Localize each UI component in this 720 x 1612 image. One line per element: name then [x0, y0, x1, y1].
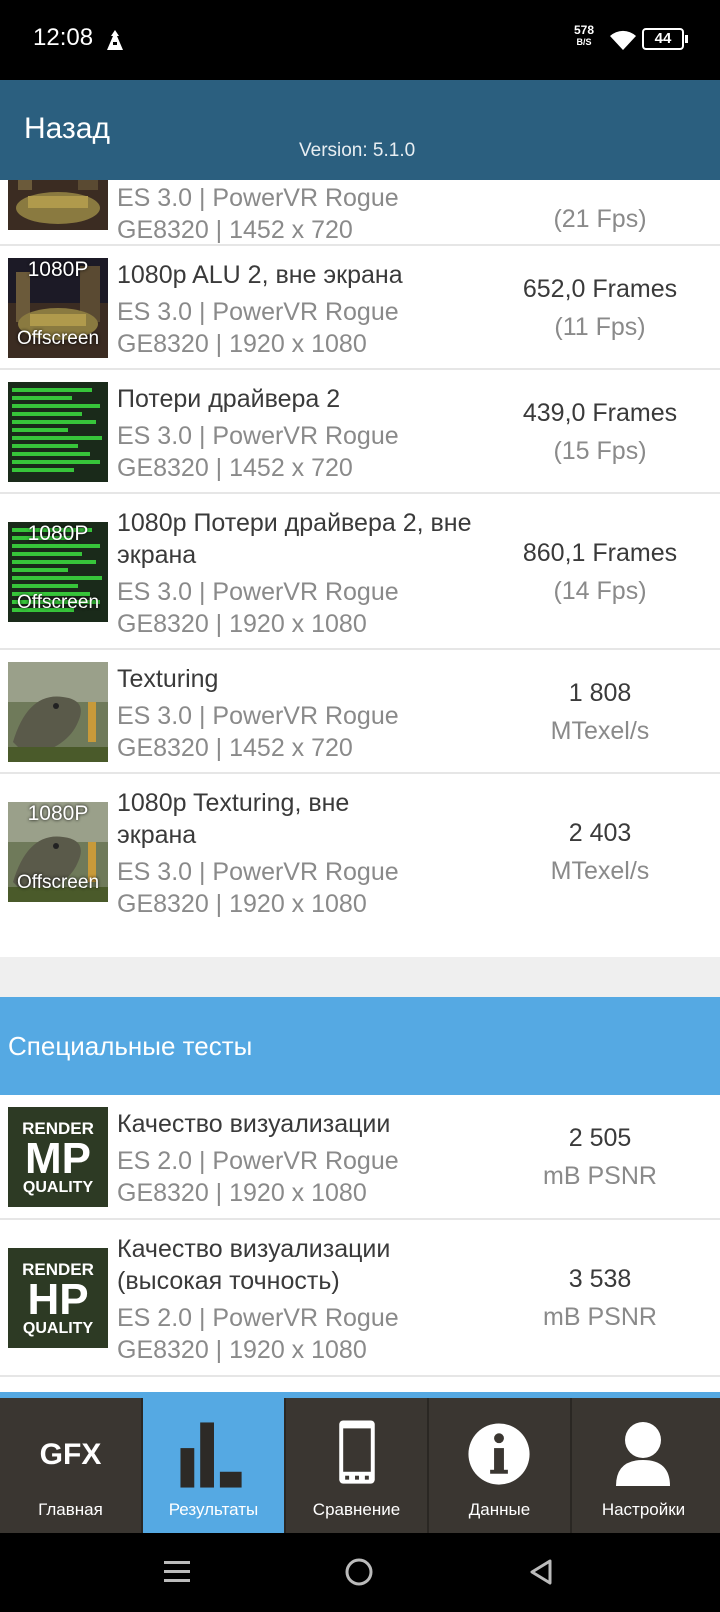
test-unit: mB PSNR — [543, 1162, 657, 1190]
app-bar: Назад Version: 5.1.0 — [0, 80, 720, 180]
test-api: ES 2.0 | PowerVR Rogue — [117, 1147, 399, 1175]
back-button[interactable]: Назад — [24, 112, 110, 146]
user-icon — [616, 1422, 670, 1486]
test-score: 860,1 Frames — [522, 539, 678, 567]
test-title: Texturing — [117, 665, 219, 693]
gfx-logo-icon: GFX — [39, 1438, 102, 1471]
test-resolution: GE8320 | 1452 x 720 — [117, 454, 353, 482]
network-speed-unit: B/S — [576, 37, 592, 47]
test-score: 1 808 — [568, 679, 632, 707]
version-label: Version: 5.1.0 — [299, 140, 416, 161]
test-title: Потери драйвера 2 — [117, 385, 341, 413]
status-time: 12:08 — [33, 24, 94, 51]
test-api: ES 3.0 | PowerVR Rogue — [117, 298, 399, 326]
system-nav-bar — [0, 1533, 720, 1612]
nav-label: Результаты — [168, 1500, 259, 1519]
test-title: 1080p Texturing, вне экрана — [117, 789, 350, 849]
test-fps: (11 Fps) — [554, 313, 646, 341]
thumbnail-badge-offscreen: Offscreen — [16, 872, 100, 893]
thumbnail-text-big: MP — [25, 1134, 91, 1183]
test-score: 2 403 — [568, 819, 632, 847]
result-row[interactable]: Texturing ES 3.0 | PowerVR Rogue GE8320 … — [0, 650, 720, 774]
menu-icon[interactable] — [162, 1557, 192, 1587]
result-row[interactable]: 1080P Offscreen 1080p Texturing, вне экр… — [0, 774, 720, 957]
test-thumbnail — [8, 180, 108, 230]
test-title: 1080p Потери драйвера 2, вне экрана — [117, 509, 472, 569]
test-resolution: GE8320 | 1920 x 1080 — [117, 1179, 367, 1207]
status-bar: 12:08 578 B/S 44 — [0, 0, 720, 80]
test-resolution: GE8320 | 1920 x 1080 — [117, 610, 367, 638]
nav-compare[interactable]: Сравнение — [286, 1392, 429, 1533]
home-icon[interactable] — [344, 1557, 374, 1587]
test-thumbnail — [8, 382, 108, 482]
info-icon — [468, 1423, 530, 1485]
result-row[interactable]: 1080P Offscreen 1080p Потери драйвера 2,… — [0, 494, 720, 650]
nav-results[interactable]: Результаты — [143, 1392, 286, 1533]
test-api: ES 3.0 | PowerVR Rogue — [117, 422, 399, 450]
thumbnail-badge-1080p: 1080P — [27, 522, 89, 545]
test-resolution: GE8320 | 1920 x 1080 — [117, 890, 367, 918]
test-api: ES 3.0 | PowerVR Rogue — [117, 184, 399, 212]
thumbnail-text-bottom: QUALITY — [22, 1320, 94, 1337]
thumbnail-text-bottom: QUALITY — [22, 1179, 94, 1196]
nav-label: Главная — [38, 1500, 103, 1519]
test-score: 439,0 Frames — [522, 399, 678, 427]
test-thumbnail — [8, 662, 108, 762]
section-title: Специальные тесты — [8, 1031, 253, 1061]
result-row[interactable]: ES 3.0 | PowerVR Rogue GE8320 | 1452 x 7… — [0, 180, 720, 246]
battery-icon: 44 — [642, 28, 688, 50]
bottom-nav-accent — [0, 1392, 720, 1398]
thumbnail-badge-offscreen: Offscreen — [16, 328, 100, 349]
test-resolution: GE8320 | 1920 x 1080 — [117, 330, 367, 358]
nav-label: Настройки — [601, 1500, 686, 1519]
phone-icon — [339, 1420, 375, 1484]
render-quality-thumbnail: RENDER MP QUALITY — [8, 1107, 108, 1207]
nav-data[interactable]: Данные — [429, 1392, 572, 1533]
test-title: Качество визуализации — [117, 1110, 391, 1138]
test-resolution: GE8320 | 1452 x 720 — [117, 216, 353, 244]
section-header: Специальные тесты — [0, 997, 720, 1095]
result-row[interactable]: RENDER MP QUALITY Качество визуализации … — [0, 1095, 720, 1220]
thumbnail-badge-offscreen: Offscreen — [16, 592, 100, 613]
notification-icon — [107, 30, 123, 50]
test-api: ES 3.0 | PowerVR Rogue — [117, 858, 399, 886]
bar-chart-icon — [180, 1422, 242, 1488]
test-score: 652,0 Frames — [522, 275, 678, 303]
test-resolution: GE8320 | 1920 x 1080 — [117, 1336, 367, 1364]
result-row[interactable]: RENDER HP QUALITY Качество визуализации … — [0, 1220, 720, 1377]
result-row[interactable]: Потери драйвера 2 ES 3.0 | PowerVR Rogue… — [0, 370, 720, 494]
test-api: ES 2.0 | PowerVR Rogue — [117, 1304, 399, 1332]
test-score: 3 538 — [568, 1265, 632, 1293]
nav-label: Сравнение — [312, 1500, 401, 1519]
test-fps: (14 Fps) — [553, 577, 647, 605]
test-unit: MTexel/s — [550, 857, 650, 885]
thumbnail-text-big: HP — [27, 1275, 89, 1324]
test-fps: (21 Fps) — [553, 205, 647, 233]
thumbnail-badge-1080p: 1080P — [27, 802, 89, 825]
nav-home[interactable]: GFX Главная — [0, 1392, 143, 1533]
nav-label: Данные — [468, 1500, 531, 1519]
network-speed-value: 578 — [574, 23, 595, 37]
test-resolution: GE8320 | 1452 x 720 — [117, 734, 353, 762]
test-api: ES 3.0 | PowerVR Rogue — [117, 702, 399, 730]
test-unit: mB PSNR — [543, 1303, 657, 1331]
back-icon[interactable] — [526, 1557, 556, 1587]
wifi-icon — [610, 30, 636, 50]
bottom-nav: GFX Главная Результаты Сравнение Данные — [0, 1392, 720, 1533]
network-speed: 578 B/S — [574, 24, 594, 48]
thumbnail-badge-1080p: 1080P — [27, 258, 89, 281]
results-list[interactable]: ES 3.0 | PowerVR Rogue GE8320 | 1452 x 7… — [0, 180, 720, 1392]
section-gap — [0, 957, 720, 997]
test-api: ES 3.0 | PowerVR Rogue — [117, 578, 399, 606]
test-fps: (15 Fps) — [553, 437, 647, 465]
test-title: Качество визуализации (высокая точность) — [117, 1235, 391, 1295]
render-quality-thumbnail: RENDER HP QUALITY — [8, 1248, 108, 1348]
nav-settings[interactable]: Настройки — [572, 1392, 715, 1533]
result-row[interactable]: 1080P Offscreen 1080p ALU 2, вне экрана … — [0, 246, 720, 370]
test-unit: MTexel/s — [550, 717, 650, 745]
test-title: 1080p ALU 2, вне экрана — [117, 261, 403, 289]
test-score: 2 505 — [568, 1124, 632, 1152]
